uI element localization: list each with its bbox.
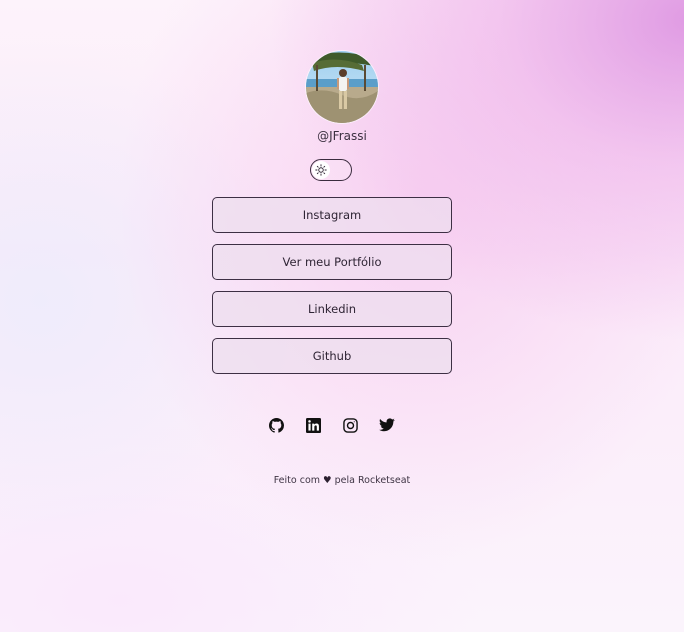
twitter-icon[interactable] [379,417,395,433]
portfolio-link-button[interactable]: Ver meu Portfólio [212,244,452,280]
profile-section: @JFrassi [0,51,684,143]
footer: Feito com ♥ pela Rocketseat [0,475,684,486]
footer-suffix: pela Rocketseat [334,475,411,486]
footer-prefix: Feito com [273,475,321,486]
sun-icon [315,161,327,180]
linkedin-link-button[interactable]: Linkedin [212,291,452,327]
toggle-knob [312,161,330,179]
linkedin-icon[interactable] [305,417,321,433]
github-link-button[interactable]: Github [212,338,452,374]
username: @JFrassi [317,129,367,143]
theme-toggle[interactable] [310,159,352,181]
github-icon[interactable] [268,417,284,433]
heart-icon: ♥ [323,475,332,486]
avatar [306,51,378,123]
social-icons [268,417,395,433]
links-list: Instagram Ver meu Portfólio Linkedin Git… [212,197,452,385]
instagram-link-button[interactable]: Instagram [212,197,452,233]
instagram-icon[interactable] [342,417,358,433]
linktree-page: @JFrassi Instagram Ver meu Portfólio Lin… [0,0,684,632]
